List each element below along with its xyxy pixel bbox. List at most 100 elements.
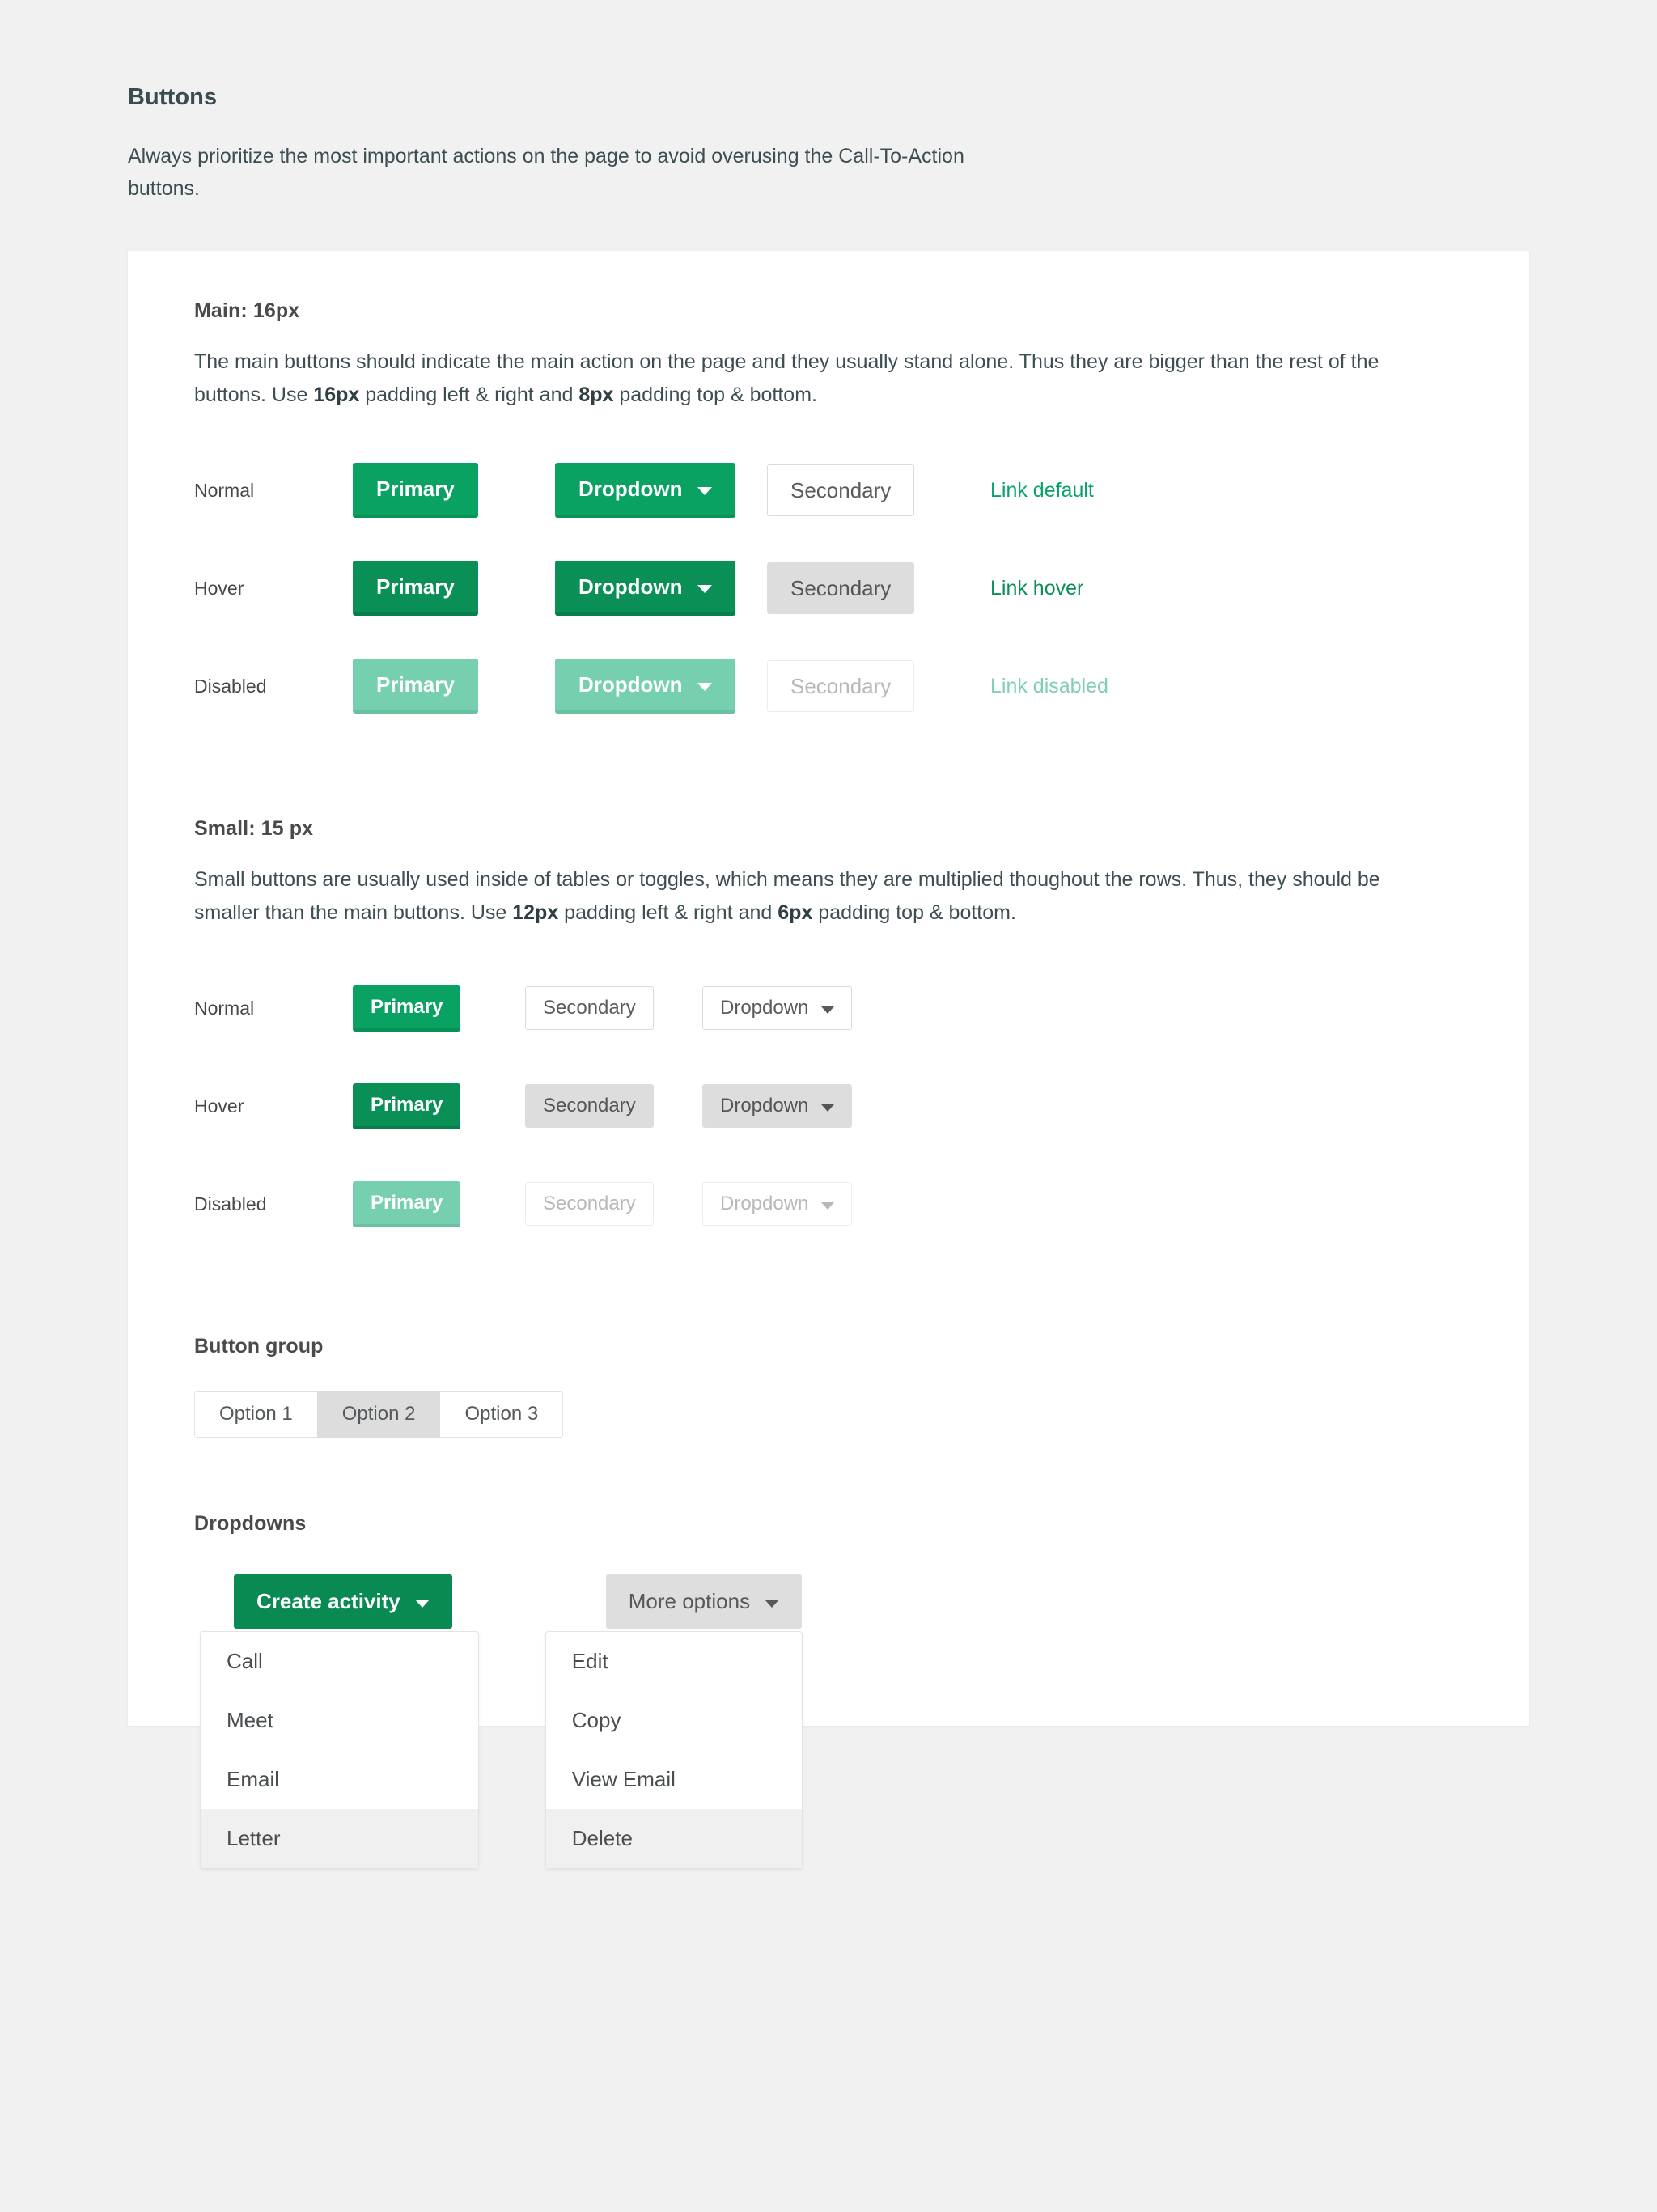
create-activity-menu: Call Meet Email Letter: [200, 1631, 479, 1869]
more-options-menu: Edit Copy View Email Delete: [545, 1631, 803, 1869]
chevron-down-icon: [414, 1599, 430, 1608]
small-dropdown-normal-label: Dropdown: [720, 997, 809, 1019]
more-options-dropdown: More options Edit Copy View Email Delete: [545, 1574, 803, 1869]
small-disabled-primary-cell: Primary: [353, 1180, 525, 1227]
create-activity-dropdown: Create activity Call Meet Email Letter: [200, 1574, 479, 1869]
small-disabled-secondary-cell: Secondary: [525, 1182, 702, 1226]
small-section-title: Small: 15 px: [194, 817, 314, 840]
menu-item-edit[interactable]: Edit: [546, 1632, 802, 1691]
button-group-title: Button group: [194, 1335, 324, 1358]
dropdowns-section: Dropdowns Create activity Call Meet Emai…: [128, 1512, 1529, 1869]
small-primary-disabled-button: Primary: [353, 1180, 461, 1227]
small-normal-dropdown-cell: Dropdown: [702, 986, 888, 1030]
main-dropdown-normal-button[interactable]: Dropdown: [555, 463, 735, 518]
main-section-title: Main: 16px: [194, 299, 300, 322]
main-disabled-link-cell: Link disabled: [990, 675, 1108, 698]
small-secondary-disabled-button: Secondary: [525, 1182, 654, 1226]
small-secondary-normal-button[interactable]: Secondary: [525, 986, 654, 1030]
menu-item-call[interactable]: Call: [201, 1632, 478, 1691]
small-desc-middle: padding left & right and: [558, 900, 778, 924]
main-secondary-disabled-button: Secondary: [767, 659, 915, 713]
content-card: Main: 16px The main buttons should indic…: [128, 251, 1529, 1869]
small-desc-bold-padding-y: 6px: [778, 900, 813, 924]
main-primary-disabled-button: Primary: [353, 659, 478, 714]
main-row-normal-label: Normal: [194, 479, 255, 501]
main-link-default[interactable]: Link default: [990, 479, 1094, 502]
small-dropdown-disabled-label: Dropdown: [720, 1193, 809, 1214]
button-group-option-2[interactable]: Option 2: [316, 1391, 441, 1438]
menu-item-email[interactable]: Email: [201, 1750, 478, 1809]
menu-item-copy[interactable]: Copy: [546, 1691, 802, 1750]
main-row-disabled-label: Disabled: [194, 675, 267, 697]
main-secondary-normal-button[interactable]: Secondary: [767, 464, 915, 517]
create-activity-label: Create activity: [256, 1589, 400, 1613]
small-desc-after: padding top & bottom.: [812, 900, 1016, 924]
main-row-normal: Normal Primary Dropdown Secondary Link d…: [194, 458, 1529, 523]
small-dropdown-hover-button[interactable]: Dropdown: [702, 1084, 853, 1128]
button-group-option-3[interactable]: Option 3: [439, 1391, 564, 1438]
more-options-button[interactable]: More options: [605, 1574, 803, 1629]
main-dropdown-disabled-label: Dropdown: [578, 672, 683, 697]
small-primary-hover-button[interactable]: Primary: [353, 1083, 461, 1129]
main-desc-bold-padding-y: 8px: [578, 383, 614, 406]
chevron-down-icon: [697, 486, 712, 495]
menu-item-letter[interactable]: Letter: [201, 1809, 478, 1868]
main-primary-hover-button[interactable]: Primary: [353, 561, 478, 616]
main-link-disabled: Link disabled: [990, 674, 1108, 697]
small-dropdown-hover-label: Dropdown: [720, 1095, 809, 1117]
main-row-disabled: Disabled Primary Dropdown Secondary Link…: [194, 654, 1529, 718]
small-row-disabled-label: Disabled: [194, 1193, 267, 1214]
main-normal-link-cell: Link default: [990, 479, 1094, 502]
small-disabled-dropdown-cell: Dropdown: [702, 1182, 888, 1226]
more-options-label: More options: [628, 1589, 751, 1613]
button-group-option-1[interactable]: Option 1: [194, 1391, 318, 1438]
main-normal-secondary-cell: Secondary: [767, 464, 990, 517]
main-dropdown-normal-label: Dropdown: [578, 477, 683, 502]
small-normal-secondary-cell: Secondary: [525, 986, 702, 1030]
small-dropdown-normal-button[interactable]: Dropdown: [702, 986, 853, 1030]
button-group-section: Button group Option 1 Option 2 Option 3: [128, 1335, 1529, 1438]
main-desc-middle: padding left & right and: [359, 383, 579, 406]
small-row-disabled: Disabled Primary Secondary Dropdown: [194, 1172, 1529, 1236]
main-hover-dropdown-cell: Dropdown: [555, 561, 767, 616]
main-normal-dropdown-cell: Dropdown: [555, 463, 767, 518]
small-button-rows: Normal Primary Secondary Dropdown Hover: [194, 976, 1529, 1236]
chevron-down-icon: [821, 1201, 835, 1210]
chevron-down-icon: [697, 682, 712, 691]
small-normal-primary-cell: Primary: [353, 985, 525, 1032]
chevron-down-icon: [821, 1006, 835, 1014]
small-hover-primary-cell: Primary: [353, 1083, 525, 1129]
page-root: Buttons Always prioritize the most impor…: [0, 0, 1657, 1869]
main-desc-bold-padding-x: 16px: [313, 383, 360, 406]
chevron-down-icon: [821, 1104, 835, 1112]
main-dropdown-disabled-button: Dropdown: [555, 659, 735, 714]
small-hover-dropdown-cell: Dropdown: [702, 1084, 888, 1128]
main-desc-after: padding top & bottom.: [613, 383, 817, 406]
main-row-hover-label: Hover: [194, 577, 244, 599]
small-primary-normal-button[interactable]: Primary: [353, 985, 461, 1032]
main-disabled-dropdown-cell: Dropdown: [555, 659, 767, 714]
main-dropdown-hover-button[interactable]: Dropdown: [555, 561, 735, 616]
menu-item-meet[interactable]: Meet: [201, 1691, 478, 1750]
chevron-down-icon: [697, 584, 712, 593]
small-hover-secondary-cell: Secondary: [525, 1084, 702, 1128]
main-secondary-hover-button[interactable]: Secondary: [767, 561, 915, 615]
main-primary-normal-button[interactable]: Primary: [353, 463, 478, 518]
main-button-rows: Normal Primary Dropdown Secondary Link d…: [194, 458, 1529, 718]
create-activity-button[interactable]: Create activity: [234, 1574, 452, 1629]
page-title: Buttons: [128, 84, 218, 110]
button-group: Option 1 Option 2 Option 3: [194, 1391, 564, 1438]
main-link-hover[interactable]: Link hover: [990, 577, 1083, 600]
small-row-hover: Hover Primary Secondary Dropdown: [194, 1074, 1529, 1138]
main-section-description: The main buttons should indicate the mai…: [194, 345, 1432, 411]
small-secondary-hover-button[interactable]: Secondary: [525, 1084, 654, 1128]
menu-item-delete[interactable]: Delete: [545, 1809, 802, 1868]
small-desc-bold-padding-x: 12px: [512, 900, 559, 924]
small-dropdown-disabled-button: Dropdown: [702, 1182, 853, 1226]
main-row-hover: Hover Primary Dropdown Secondary Link ho…: [194, 556, 1529, 621]
menu-item-view-email[interactable]: View Email: [546, 1750, 802, 1809]
main-hover-primary-cell: Primary: [353, 561, 555, 616]
